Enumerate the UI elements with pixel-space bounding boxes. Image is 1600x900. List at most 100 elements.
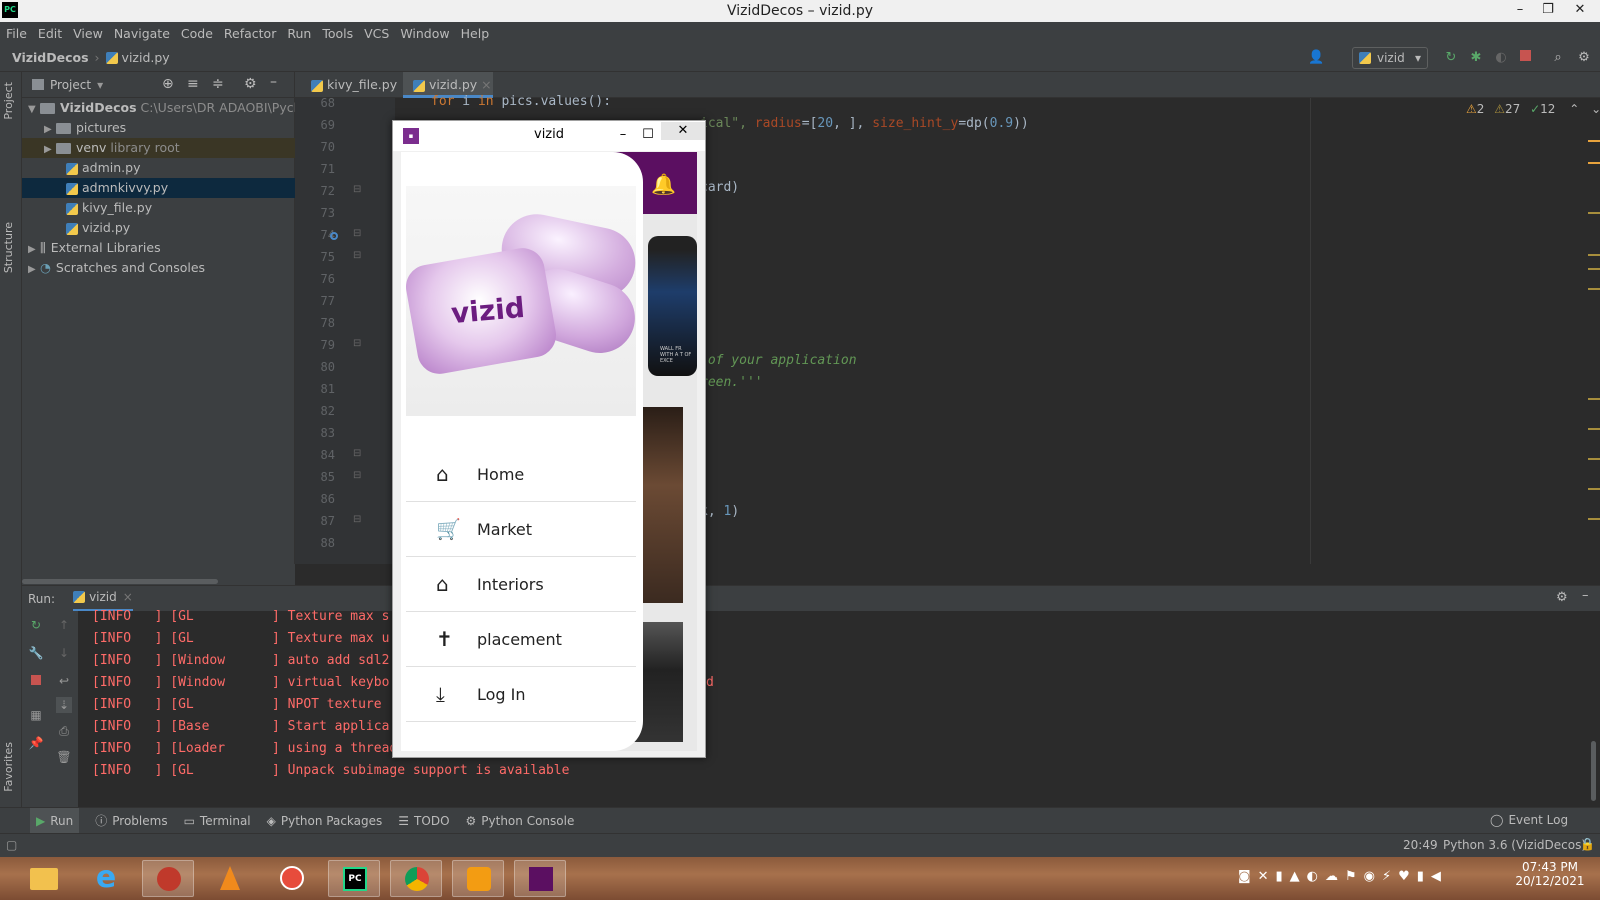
pin-icon[interactable]: 📌	[28, 735, 44, 751]
favorites-tool-tab[interactable]: Favorites	[2, 742, 15, 792]
nav-item-home[interactable]: ⌂ Home	[406, 447, 636, 502]
error-stripe-mark[interactable]	[1588, 398, 1600, 400]
pycharm-taskbar-icon[interactable]: PC	[328, 860, 380, 897]
down-arrow-icon[interactable]: ↓	[56, 645, 72, 661]
stop-icon[interactable]	[28, 673, 44, 689]
run-config-select[interactable]: vizid ▾	[1352, 47, 1428, 69]
run-tab-vizid[interactable]: vizid ×	[73, 586, 133, 612]
bell-icon[interactable]: 🔔	[651, 172, 676, 196]
fold-icon[interactable]: ⊟	[353, 338, 361, 349]
tree-item-external-libraries[interactable]: ▶ ⫼ External Libraries	[22, 238, 295, 258]
event-log-button[interactable]: ◯ Event Log	[1490, 813, 1568, 827]
fold-icon[interactable]: ⊟	[353, 228, 361, 239]
menu-run[interactable]: Run	[287, 26, 311, 41]
video-player-icon[interactable]	[452, 860, 504, 897]
breadcrumb-file[interactable]: vizid.py	[122, 50, 170, 65]
close-tab-icon[interactable]: ×	[123, 590, 133, 604]
inspection-widget[interactable]: ⚠2 ⚠27 ✓12 ⌃ ⌄	[1466, 102, 1600, 116]
error-stripe-mark[interactable]	[1588, 268, 1600, 270]
internet-explorer-icon[interactable]: e	[80, 860, 132, 897]
error-stripe-mark[interactable]	[1588, 140, 1600, 142]
tree-item-pictures[interactable]: ▶ pictures	[22, 118, 295, 138]
kivy-maximize-button[interactable]: ☐	[638, 121, 658, 149]
tree-item-venv[interactable]: ▶ venv library root	[22, 138, 295, 158]
media-app-icon[interactable]	[266, 860, 318, 897]
up-arrow-icon[interactable]: ↑	[56, 617, 72, 633]
panel-toggle-icon[interactable]: ▢	[6, 838, 17, 852]
menu-navigate[interactable]: Navigate	[114, 26, 170, 41]
structure-tool-tab[interactable]: Structure	[2, 222, 15, 273]
tool-tab-todo[interactable]: ☰ TODO	[398, 814, 449, 828]
soft-wrap-icon[interactable]: ↩	[56, 673, 72, 689]
tree-root[interactable]: ▼ VizidDecos C:\Users\DR ADAOBI\Pycharm	[22, 98, 326, 118]
menu-help[interactable]: Help	[461, 26, 490, 41]
vlc-icon[interactable]	[204, 860, 256, 897]
minimize-button[interactable]: –	[1506, 0, 1534, 22]
nav-item-placement[interactable]: ✝ placement	[406, 612, 636, 667]
rerun-icon[interactable]: ↻	[28, 617, 44, 633]
fold-icon[interactable]: ⊟	[353, 514, 361, 525]
collapse-all-icon[interactable]: ≑	[212, 76, 224, 92]
scrollbar-thumb[interactable]	[22, 579, 218, 584]
close-button[interactable]: ✕	[1566, 0, 1594, 22]
lock-icon[interactable]: 🔒	[1580, 837, 1595, 851]
error-stripe-mark[interactable]	[1588, 212, 1600, 214]
menu-code[interactable]: Code	[181, 26, 213, 41]
fold-icon[interactable]: ⊟	[353, 448, 361, 459]
app-tray-icon[interactable]	[142, 860, 194, 897]
nav-item-login[interactable]: ⤓ Log In	[406, 667, 636, 722]
print-icon[interactable]: ⎙	[56, 723, 72, 739]
rerun-icon[interactable]: ↻	[1443, 50, 1459, 66]
clock[interactable]: 07:43 PM 20/12/2021	[1510, 860, 1590, 888]
layout-icon[interactable]: ▦	[28, 707, 44, 723]
caret-position[interactable]: 20:49	[1403, 838, 1438, 852]
stop-icon[interactable]	[1517, 50, 1533, 66]
breakpoint-marker-icon[interactable]	[330, 232, 338, 240]
coverage-icon[interactable]: ◐	[1493, 50, 1509, 66]
menu-refactor[interactable]: Refactor	[224, 26, 276, 41]
gear-icon[interactable]: ⚙	[1556, 590, 1568, 605]
tree-item-kivy-file[interactable]: kivy_file.py	[22, 198, 295, 218]
restore-button[interactable]: ❐	[1534, 0, 1562, 22]
chrome-icon[interactable]	[390, 860, 442, 897]
trash-icon[interactable]: 🗑	[56, 749, 72, 765]
wrench-icon[interactable]: 🔧	[28, 645, 44, 661]
gear-icon[interactable]: ⚙	[244, 76, 257, 92]
tool-tab-terminal[interactable]: ▭ Terminal	[184, 814, 251, 828]
error-stripe-mark[interactable]	[1588, 428, 1600, 430]
tree-item-admnkivvy[interactable]: admnkivvy.py	[22, 178, 295, 198]
tool-tab-problems[interactable]: ⓘ Problems	[95, 812, 167, 829]
error-stripe-mark[interactable]	[1588, 458, 1600, 460]
error-stripe-mark[interactable]	[1588, 488, 1600, 490]
hide-panel-icon[interactable]: –	[270, 74, 277, 90]
expand-all-icon[interactable]: ≡	[187, 76, 199, 92]
debug-icon[interactable]: ✱	[1468, 50, 1484, 66]
close-tab-icon[interactable]: ×	[481, 77, 491, 92]
console-scrollbar[interactable]	[1591, 741, 1596, 801]
kivy-close-button[interactable]: ✕	[661, 122, 705, 140]
hide-panel-icon[interactable]: –	[1582, 588, 1589, 603]
menu-view[interactable]: View	[73, 26, 103, 41]
project-panel-title[interactable]: Project	[50, 78, 91, 92]
scroll-to-end-icon[interactable]: ⇣	[56, 697, 72, 713]
menu-vcs[interactable]: VCS	[364, 26, 389, 41]
featured-card[interactable]: WALL FR WITH A T OF EXCE	[648, 236, 697, 376]
menu-file[interactable]: File	[6, 26, 27, 41]
nav-item-market[interactable]: 🛒 Market	[406, 502, 636, 557]
kivy-app-taskbar-icon[interactable]	[514, 860, 566, 897]
file-explorer-icon[interactable]	[18, 860, 70, 897]
tree-item-vizid[interactable]: vizid.py	[22, 218, 295, 238]
tool-tab-python-packages[interactable]: ◈ Python Packages	[267, 814, 383, 828]
error-stripe-mark[interactable]	[1588, 254, 1600, 256]
kivy-minimize-button[interactable]: –	[613, 121, 633, 149]
fold-icon[interactable]: ⊟	[353, 470, 361, 481]
menu-edit[interactable]: Edit	[38, 26, 62, 41]
project-hscroll[interactable]	[22, 564, 295, 585]
user-icon[interactable]: 👤	[1308, 50, 1324, 66]
tool-tab-run[interactable]: ▶ Run	[30, 807, 80, 834]
fold-icon[interactable]: ⊟	[353, 184, 361, 195]
breadcrumb-project[interactable]: VizidDecos	[12, 50, 89, 65]
tree-item-scratches[interactable]: ▶ ◔ Scratches and Consoles	[22, 258, 295, 278]
run-console[interactable]: [INFO ] [GL ] Texture max s [INFO ] [GL …	[78, 609, 1600, 807]
error-stripe-mark[interactable]	[1588, 288, 1600, 290]
